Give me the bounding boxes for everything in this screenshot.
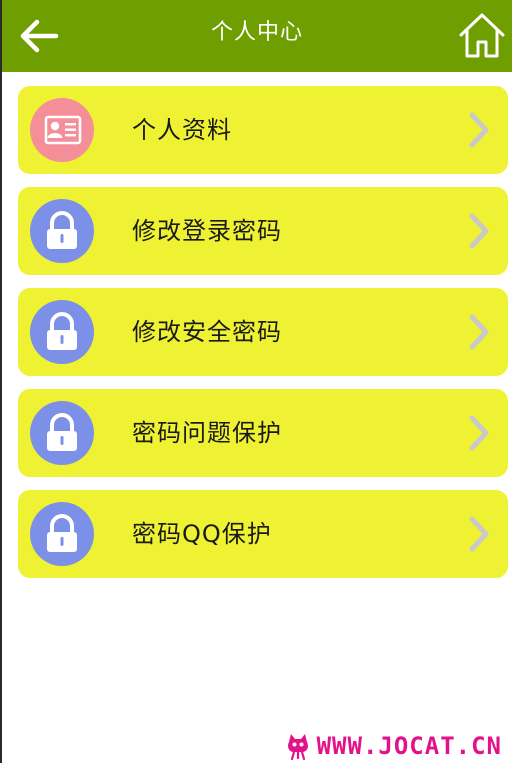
lock-icon	[47, 312, 77, 350]
chevron-right-icon	[469, 516, 489, 552]
menu-list: 个人资料 修改登录密码 修改安全密码 密码问题保护 密码QQ保护	[18, 86, 508, 591]
menu-item-qq-protection[interactable]: 密码QQ保护	[18, 490, 508, 578]
header-bar: 个人中心	[2, 0, 512, 72]
chevron-right-icon	[469, 112, 489, 148]
home-button[interactable]	[458, 10, 506, 60]
profile-card-icon	[44, 115, 82, 145]
page: 个人中心 个人资料 修改登录密码 修改安全密码 密码问题保护 密码QQ保护 WW…	[0, 0, 512, 763]
menu-item-change-security-password[interactable]: 修改安全密码	[18, 288, 508, 376]
lock-icon	[47, 413, 77, 451]
menu-item-security-question[interactable]: 密码问题保护	[18, 389, 508, 477]
menu-item-label: 密码问题保护	[132, 419, 282, 447]
page-title: 个人中心	[210, 20, 303, 45]
menu-item-label: 修改登录密码	[132, 217, 282, 245]
lock-icon-circle	[30, 502, 94, 566]
lock-icon	[47, 211, 77, 249]
lock-icon-circle	[30, 300, 94, 364]
lock-icon-circle	[30, 199, 94, 263]
lock-icon-circle	[30, 401, 94, 465]
menu-item-label: 个人资料	[132, 116, 232, 144]
watermark-text: WWW.JOCAT.CN	[316, 732, 502, 760]
watermark: WWW.JOCAT.CN	[285, 731, 502, 761]
lock-icon	[47, 514, 77, 552]
cat-logo-icon	[287, 734, 308, 760]
chevron-right-icon	[469, 415, 489, 451]
menu-item-change-login-password[interactable]: 修改登录密码	[18, 187, 508, 275]
profile-icon-circle	[30, 98, 94, 162]
chevron-right-icon	[469, 314, 489, 350]
menu-item-profile[interactable]: 个人资料	[18, 86, 508, 174]
menu-item-label: 密码QQ保护	[132, 520, 272, 548]
menu-item-label: 修改安全密码	[132, 318, 282, 346]
chevron-right-icon	[469, 213, 489, 249]
home-icon	[459, 13, 505, 58]
